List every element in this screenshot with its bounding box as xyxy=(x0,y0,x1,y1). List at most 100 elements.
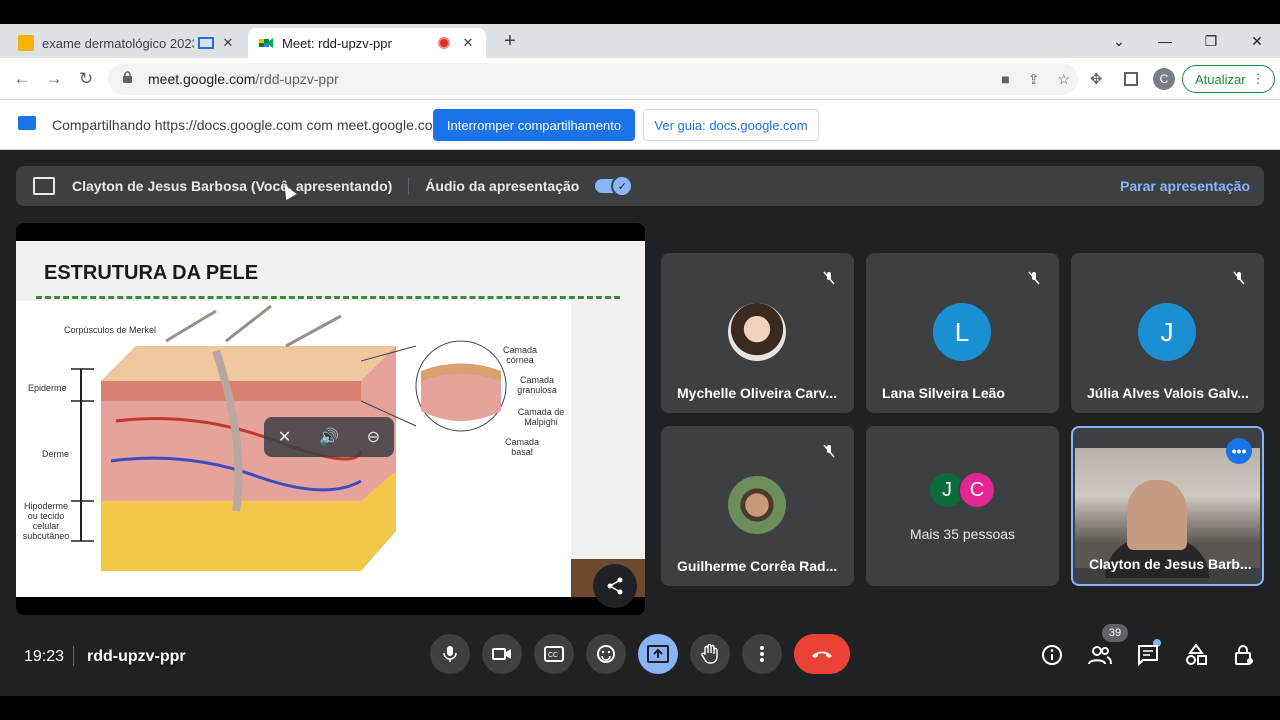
check-icon: ✓ xyxy=(611,175,634,197)
participant-avatar xyxy=(728,303,786,361)
restore-icon[interactable]: ❐ xyxy=(1188,24,1234,58)
video-camera-icon xyxy=(492,648,511,660)
participant-name: Mychelle Oliveira Carv... xyxy=(677,385,838,401)
more-options-icon[interactable]: ••• xyxy=(1226,438,1252,464)
activities-icon[interactable] xyxy=(1183,642,1209,668)
label-camada-granulosa: Camada granulosa xyxy=(517,375,557,395)
hang-up-icon xyxy=(812,651,832,658)
minimize-icon[interactable]: — xyxy=(1142,24,1188,58)
leave-call-button[interactable] xyxy=(794,634,850,674)
profile-avatar[interactable]: C xyxy=(1153,65,1175,93)
presentation-audio-toggle[interactable]: ✓ xyxy=(595,175,634,197)
view-tab-button[interactable]: Ver guia: docs.google.com xyxy=(643,109,819,141)
stop-presenting-button[interactable]: Parar apresentação xyxy=(1120,178,1250,194)
browser-window: exame dermatológico 2023.ᴀ ✕ Meet: rdd-u… xyxy=(0,24,1280,696)
more-people-tile[interactable]: J C Mais 35 pessoas xyxy=(866,426,1059,586)
muted-mic-icon xyxy=(818,440,840,462)
reactions-button[interactable] xyxy=(586,634,626,674)
screen-share-icon xyxy=(18,116,36,130)
label-derme: Derme xyxy=(42,449,70,459)
participant-tile[interactable]: J Júlia Alves Valois Galv... xyxy=(1071,253,1264,413)
participant-avatar xyxy=(728,476,786,534)
meeting-details-icon[interactable] xyxy=(1039,642,1065,668)
participant-tile[interactable]: Guilherme Corrêa Rad... xyxy=(661,426,854,586)
host-controls-icon[interactable] xyxy=(1231,642,1257,668)
tab-exame-dermatologico[interactable]: exame dermatológico 2023.ᴀ ✕ xyxy=(8,28,246,58)
meeting-time: 19:23 xyxy=(24,648,65,665)
volume-icon[interactable]: 🔊 xyxy=(319,427,339,447)
present-now-button[interactable] xyxy=(638,634,678,674)
extensions-icon[interactable]: ✥ xyxy=(1090,65,1103,93)
presentation-view: ESTRUTURA DA PELE Corpúsculos de Merkel … xyxy=(16,223,645,615)
raise-hand-button[interactable] xyxy=(690,634,730,674)
tab-title: Meet: rdd-upzv-ppr xyxy=(282,35,392,51)
back-arrow-icon[interactable]: ← xyxy=(8,65,36,93)
more-vert-icon xyxy=(760,646,764,662)
new-tab-button[interactable]: + xyxy=(498,30,522,54)
label-camada-malpighi: Camada de Malpighi xyxy=(517,407,565,427)
more-options-button[interactable] xyxy=(742,634,782,674)
participant-tile[interactable]: L Lana Silveira Leão xyxy=(866,253,1059,413)
meeting-code: rdd-upzv-ppr xyxy=(87,648,186,665)
url-path: /rdd-upzv-ppr xyxy=(255,71,339,87)
divider xyxy=(73,646,74,666)
emoji-icon xyxy=(597,645,615,663)
people-icon[interactable] xyxy=(1087,642,1113,668)
participant-tile[interactable]: Mychelle Oliveira Carv... xyxy=(661,253,854,413)
slide-title: ESTRUTURA DA PELE xyxy=(44,262,259,284)
captions-button[interactable]: CC xyxy=(534,634,574,674)
slide-divider xyxy=(36,296,620,299)
participant-name: Lana Silveira Leão xyxy=(882,385,1005,401)
menu-dots-icon: ⋮ xyxy=(1251,71,1265,86)
participant-name: Guilherme Corrêa Rad... xyxy=(677,558,838,574)
update-button[interactable]: Atualizar ⋮ xyxy=(1182,65,1275,93)
update-label: Atualizar xyxy=(1195,71,1246,87)
close-window-icon[interactable]: ✕ xyxy=(1234,24,1280,58)
more-people-label: Mais 35 pessoas xyxy=(909,526,1016,542)
camera-icon[interactable]: ■ xyxy=(1001,71,1009,87)
more-people-avatars: J C xyxy=(928,471,996,509)
self-video-tile[interactable]: ••• Clayton de Jesus Barb... xyxy=(1071,426,1264,586)
camera-button[interactable] xyxy=(482,634,522,674)
muted-mic-icon xyxy=(818,267,840,289)
microphone-button[interactable] xyxy=(430,634,470,674)
address-bar[interactable]: meet.google.com/rdd-upzv-ppr ■ ⇪ ☆ xyxy=(108,63,1078,95)
sharing-text: Compartilhando https://docs.google.com c… xyxy=(52,117,445,133)
present-screen-icon xyxy=(647,645,669,663)
recording-icon xyxy=(438,37,450,49)
tab-search-icon[interactable]: ⌄ xyxy=(1096,24,1142,58)
share-page-icon[interactable]: ⇪ xyxy=(1028,71,1040,88)
remove-icon[interactable]: ⊖ xyxy=(367,427,380,447)
browser-toolbar: ← → ↻ meet.google.com/rdd-upzv-ppr ■ ⇪ ☆… xyxy=(0,58,1280,100)
url-domain: meet.google.com xyxy=(148,71,256,87)
close-tab-icon[interactable]: ✕ xyxy=(220,35,236,51)
sharing-banner: Compartilhando https://docs.google.com c… xyxy=(0,100,1280,150)
stop-sharing-button[interactable]: Interromper compartilhamento xyxy=(433,109,635,141)
bookmark-star-icon[interactable]: ☆ xyxy=(1057,71,1070,88)
slide: ESTRUTURA DA PELE Corpúsculos de Merkel … xyxy=(16,241,645,597)
share-icon xyxy=(607,577,623,595)
hand-icon xyxy=(701,644,718,664)
pin-off-icon[interactable]: ✕ xyxy=(278,427,291,447)
label-merkel: Corpúsculos de Merkel xyxy=(64,325,157,335)
participant-count-badge: 39 xyxy=(1102,624,1128,642)
participant-avatar: J xyxy=(1138,303,1196,361)
svg-text:CC: CC xyxy=(548,652,558,659)
participant-name: Clayton de Jesus Barb... xyxy=(1089,556,1252,572)
label-camada-cornea: Camada córnea xyxy=(502,345,538,365)
label-hipoderme: Hipoderme ou tecido celular subcutâneo xyxy=(22,501,70,541)
tab-strip: exame dermatológico 2023.ᴀ ✕ Meet: rdd-u… xyxy=(0,24,1280,58)
muted-mic-icon xyxy=(1023,267,1045,289)
forward-arrow-icon[interactable]: → xyxy=(40,65,68,93)
reload-icon[interactable]: ↻ xyxy=(72,65,100,93)
close-tab-icon[interactable]: ✕ xyxy=(460,35,476,51)
tab-meet[interactable]: Meet: rdd-upzv-ppr ✕ xyxy=(248,28,486,58)
participant-avatar: L xyxy=(933,303,991,361)
share-button[interactable] xyxy=(593,564,637,608)
participant-avatar: C xyxy=(958,471,996,509)
side-panel-icon[interactable] xyxy=(1124,65,1138,93)
divider xyxy=(408,177,410,195)
chat-icon[interactable] xyxy=(1135,642,1161,668)
tab-title: exame dermatológico 2023.ᴀ xyxy=(42,35,194,51)
label-epiderme: Epiderme xyxy=(28,383,67,393)
